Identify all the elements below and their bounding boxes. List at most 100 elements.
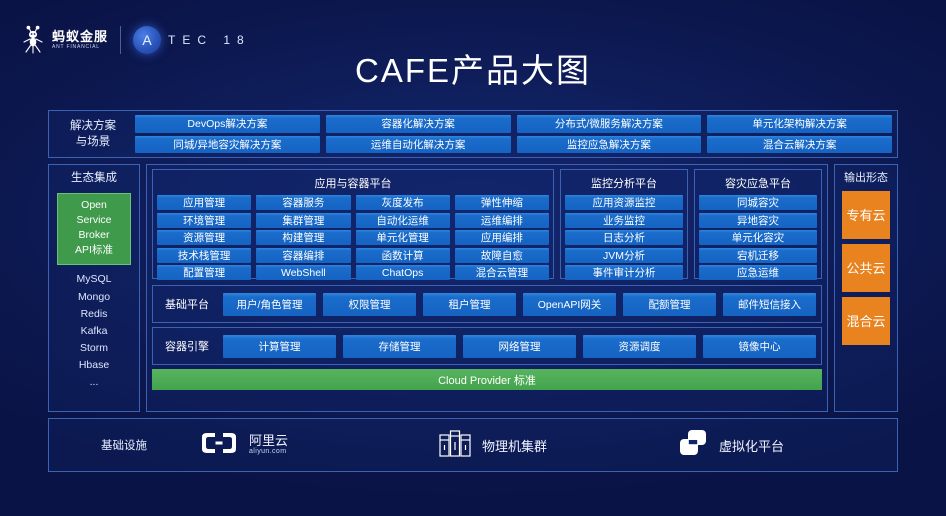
app-resource-monitoring[interactable]: 应用资源监控 (565, 195, 683, 210)
app-platform-column-2: 容器服务 集群管理 构建管理 容器编排 WebShell (256, 195, 351, 280)
solution-disaster-recovery[interactable]: 同城/异地容灾解决方案 (135, 135, 320, 153)
output-public-cloud[interactable]: 公共云 (842, 243, 890, 292)
app-orchestration[interactable]: 应用编排 (454, 230, 549, 245)
base-platform-label: 基础平台 (165, 299, 209, 311)
ecosystem-label: 生态集成 (71, 172, 117, 184)
ops-orchestration[interactable]: 运维编排 (454, 212, 549, 228)
app-platform-column-4: 弹性伸缩 运维编排 应用编排 故障自愈 混合云管理 (454, 195, 549, 280)
elastic-scaling[interactable]: 弹性伸缩 (454, 195, 549, 210)
osb-line-2: Service (76, 213, 112, 226)
solutions-label: 解决方案 与场景 (57, 117, 129, 153)
disaster-recovery-platform: 容灾应急平台 同城容灾 异地容灾 单元化容灾 宕机迁移 应急运维 (694, 169, 822, 280)
infrastructure-label: 基础设施 (101, 440, 147, 452)
monitor-platform-column: 应用资源监控 业务监控 日志分析 JVM分析 事件审计分析 (565, 195, 683, 280)
monitor-analysis-platform: 监控分析平台 应用资源监控 业务监控 日志分析 JVM分析 事件审计分析 (560, 169, 688, 280)
list-item: ... (89, 376, 99, 389)
container-engine-row: 容器引擎 计算管理 存储管理 网络管理 资源调度 镜像中心 (152, 327, 822, 365)
same-city-dr[interactable]: 同城容灾 (699, 195, 817, 210)
automated-ops[interactable]: 自动化运维 (355, 212, 450, 228)
solution-monitoring-emergency[interactable]: 监控应急解决方案 (516, 135, 702, 153)
container-orchestration[interactable]: 容器编排 (256, 247, 351, 263)
aliyun-label-cn: 阿里云 (249, 432, 289, 448)
output-dedicated-cloud[interactable]: 专有云 (842, 190, 890, 239)
monitor-platform-title: 监控分析平台 (591, 178, 657, 190)
infrastructure-physical-cluster: 物理机集群 (438, 428, 547, 463)
fault-self-healing[interactable]: 故障自愈 (454, 247, 549, 263)
function-compute[interactable]: 函数计算 (355, 247, 450, 263)
container-service[interactable]: 容器服务 (256, 195, 351, 210)
log-analysis[interactable]: 日志分析 (565, 230, 683, 245)
list-item: MySQL (76, 273, 112, 286)
ant-brand-cn: 蚂蚁金服 (52, 29, 109, 44)
event-audit-analysis[interactable]: 事件审计分析 (565, 265, 683, 280)
solutions-row-2: 同城/异地容灾解决方案 运维自动化解决方案 监控应急解决方案 混合云解决方案 (135, 135, 892, 153)
solution-containerization[interactable]: 容器化解决方案 (325, 115, 511, 133)
list-item: Kafka (80, 324, 108, 337)
user-role-management[interactable]: 用户/角色管理 (223, 292, 316, 316)
output-forms-section: 输出形态 专有云 公共云 混合云 (834, 164, 898, 412)
mail-sms-access[interactable]: 邮件短信接入 (723, 292, 816, 316)
list-item: Redis (80, 307, 108, 320)
storage-management[interactable]: 存储管理 (343, 334, 456, 358)
solution-microservices[interactable]: 分布式/微服务解决方案 (516, 115, 702, 133)
output-label: 输出形态 (844, 172, 888, 184)
dr-platform-title: 容灾应急平台 (725, 178, 791, 190)
solution-devops[interactable]: DevOps解决方案 (135, 115, 320, 133)
unitized-dr[interactable]: 单元化容灾 (699, 230, 817, 245)
env-management[interactable]: 环境管理 (157, 212, 252, 228)
network-management[interactable]: 网络管理 (463, 334, 576, 358)
app-management[interactable]: 应用管理 (157, 195, 252, 210)
crash-migration[interactable]: 宕机迁移 (699, 247, 817, 263)
physical-cluster-label: 物理机集群 (482, 438, 548, 454)
list-item: Mongo (77, 290, 111, 303)
tenant-management[interactable]: 租户管理 (423, 292, 516, 316)
open-service-broker-box: Open Service Broker API标准 (57, 192, 131, 266)
list-item: Storm (79, 341, 108, 354)
image-center[interactable]: 镜像中心 (703, 334, 816, 358)
solution-ops-automation[interactable]: 运维自动化解决方案 (325, 135, 511, 153)
tech-stack-management[interactable]: 技术栈管理 (157, 247, 252, 263)
page-title: CAFE产品大图 (354, 52, 591, 89)
unitized-management[interactable]: 单元化管理 (355, 230, 450, 245)
business-monitoring[interactable]: 业务监控 (565, 212, 683, 228)
infrastructure-section: 基础设施 阿里云 aliyun.com 物理机集群 虚拟化平台 (48, 418, 898, 472)
app-platform-column-1: 应用管理 环境管理 资源管理 技术栈管理 配置管理 (157, 195, 252, 280)
cluster-management[interactable]: 集群管理 (256, 212, 351, 228)
infrastructure-virtualization: 虚拟化平台 (677, 428, 784, 463)
jvm-analysis[interactable]: JVM分析 (565, 247, 683, 263)
gray-release[interactable]: 灰度发布 (355, 195, 450, 210)
emergency-ops[interactable]: 应急运维 (699, 265, 817, 280)
app-platform-title: 应用与容器平台 (314, 178, 392, 190)
ecosystem-section: 生态集成 Open Service Broker API标准 MySQL Mon… (48, 164, 140, 412)
quota-management[interactable]: 配额管理 (623, 292, 716, 316)
build-management[interactable]: 构建管理 (256, 230, 351, 245)
aliyun-icon (199, 430, 239, 461)
chatops[interactable]: ChatOps (355, 265, 450, 280)
resource-scheduling[interactable]: 资源调度 (583, 334, 696, 358)
openapi-gateway[interactable]: OpenAPI网关 (523, 292, 616, 316)
osb-line-4: API标准 (75, 244, 113, 257)
solutions-section: 解决方案 与场景 DevOps解决方案 容器化解决方案 分布式/微服务解决方案 … (48, 110, 898, 158)
remote-dr[interactable]: 异地容灾 (699, 212, 817, 228)
base-platform-row: 基础平台 用户/角色管理 权限管理 租户管理 OpenAPI网关 配额管理 邮件… (152, 285, 822, 323)
osb-line-3: Broker (78, 228, 110, 241)
solution-hybrid-cloud[interactable]: 混合云解决方案 (707, 135, 892, 153)
virtualization-label: 虚拟化平台 (719, 438, 785, 454)
osb-line-1: Open (81, 198, 107, 211)
server-rack-icon (438, 428, 472, 463)
ecosystem-component-list: MySQL Mongo Redis Kafka Storm Hbase ... (49, 271, 139, 391)
webshell[interactable]: WebShell (256, 265, 351, 280)
hybrid-cloud-management[interactable]: 混合云管理 (454, 265, 549, 280)
app-container-platform: 应用与容器平台 应用管理 环境管理 资源管理 技术栈管理 配置管理 容器服务 集… (152, 169, 554, 280)
output-hybrid-cloud[interactable]: 混合云 (842, 296, 890, 345)
compute-management[interactable]: 计算管理 (223, 334, 336, 358)
solution-unitized-architecture[interactable]: 单元化架构解决方案 (707, 115, 892, 133)
solutions-row-1: DevOps解决方案 容器化解决方案 分布式/微服务解决方案 单元化架构解决方案 (135, 115, 892, 133)
permission-management[interactable]: 权限管理 (323, 292, 416, 316)
solutions-label-line1: 解决方案 (70, 120, 116, 133)
resource-management[interactable]: 资源管理 (157, 230, 252, 245)
config-management[interactable]: 配置管理 (157, 265, 252, 280)
infrastructure-aliyun: 阿里云 aliyun.com (199, 430, 288, 461)
list-item: Hbase (78, 358, 110, 371)
aliyun-label-en: aliyun.com (249, 448, 287, 456)
